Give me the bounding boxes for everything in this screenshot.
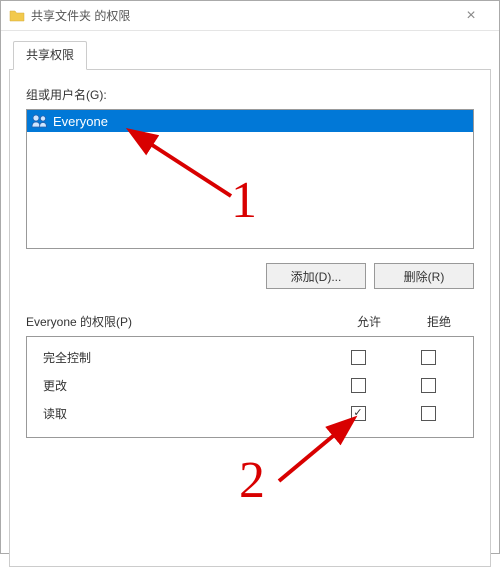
checkbox-deny-full-control[interactable] [421,350,436,365]
permissions-header: Everyone 的权限(P) 允许 拒绝 [26,313,474,330]
tab-strip: 共享权限 [13,41,491,70]
column-deny-label: 拒绝 [404,313,474,330]
perm-name: 完全控制 [37,349,323,366]
close-button[interactable]: × [451,1,491,31]
folder-icon [9,8,25,24]
list-item[interactable]: Everyone [27,110,473,132]
users-icon [31,114,49,128]
permissions-for-label: Everyone 的权限(P) [26,313,334,330]
checkbox-allow-full-control[interactable] [351,350,366,365]
list-item-label: Everyone [53,114,108,129]
column-allow-label: 允许 [334,313,404,330]
perm-row-full-control: 完全控制 [27,343,473,371]
titlebar: 共享文件夹 的权限 × [1,1,499,31]
checkbox-deny-read[interactable] [421,406,436,421]
tab-share-permissions[interactable]: 共享权限 [13,41,87,70]
client-area: 共享权限 组或用户名(G): Everyone [1,31,499,567]
checkbox-allow-read[interactable] [351,406,366,421]
groups-label: 组或用户名(G): [26,86,474,103]
button-row: 添加(D)... 删除(R) [26,263,474,289]
perm-row-change: 更改 [27,371,473,399]
checkbox-deny-change[interactable] [421,378,436,393]
perm-name: 读取 [37,405,323,422]
perm-name: 更改 [37,377,323,394]
add-button[interactable]: 添加(D)... [266,263,366,289]
checkbox-allow-change[interactable] [351,378,366,393]
window-title: 共享文件夹 的权限 [31,7,451,24]
tab-page: 组或用户名(G): Everyone 添加(D)... [9,69,491,567]
window: 共享文件夹 的权限 × 共享权限 组或用户名(G): [0,0,500,554]
perm-row-read: 读取 [27,399,473,427]
permissions-box: 完全控制 更改 读取 [26,336,474,438]
groups-listbox[interactable]: Everyone [26,109,474,249]
remove-button[interactable]: 删除(R) [374,263,474,289]
